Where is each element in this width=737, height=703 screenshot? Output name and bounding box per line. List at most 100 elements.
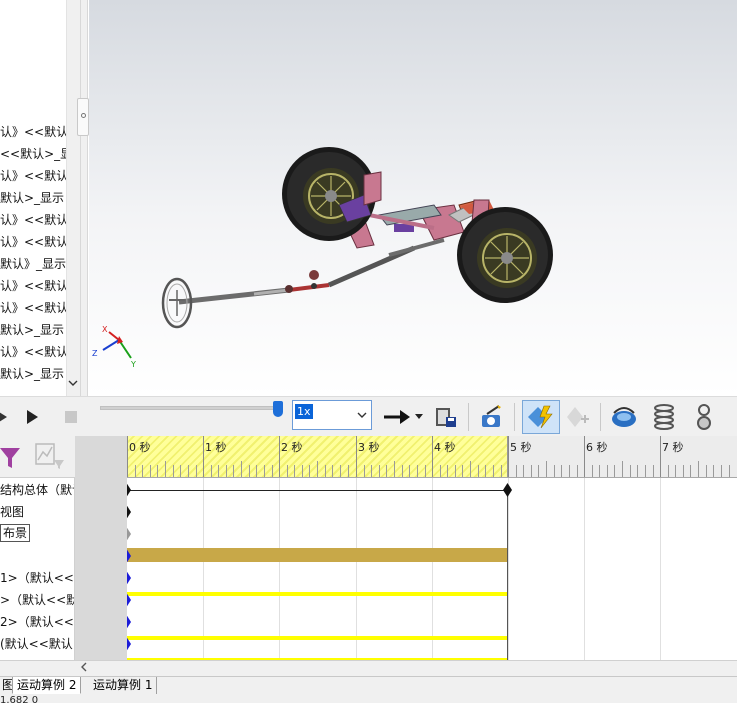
axis-y-label: Y xyxy=(130,360,136,369)
timeline-bar-component xyxy=(127,636,508,640)
timeline-ruler[interactable]: 0 秒 1 秒 2 秒 3 秒 4 秒 5 秒 6 秒 7 秒 xyxy=(127,436,737,478)
ruler-minor-tick xyxy=(485,465,486,477)
grid-line xyxy=(279,478,280,660)
tree-item[interactable]: 认》<<默认>_ xyxy=(0,211,66,229)
tab-motion-study-2[interactable]: 运动算例 2 xyxy=(12,677,82,694)
ruler-minor-tick xyxy=(264,465,265,477)
ruler-minor-tick xyxy=(317,461,318,477)
tree-scrollbar[interactable] xyxy=(66,0,80,396)
ruler-minor-tick xyxy=(309,465,310,477)
axis-x-label: X xyxy=(102,325,108,334)
timeline-key[interactable] xyxy=(127,571,131,585)
ruler-major-tick xyxy=(279,436,280,477)
ruler-minor-tick xyxy=(325,465,326,477)
ruler-minor-tick xyxy=(188,465,189,477)
ruler-minor-tick xyxy=(135,465,136,477)
playback-speed-value: 1x xyxy=(295,404,313,419)
timeline-key[interactable] xyxy=(127,593,131,607)
timeline-item-component[interactable]: (默认<<默认 xyxy=(0,635,73,653)
splitter-grip-handle[interactable] xyxy=(77,98,89,136)
playback-slider-thumb[interactable] xyxy=(273,401,283,417)
tree-item[interactable]: 默认》_显示状 xyxy=(0,255,66,273)
timeline-key[interactable] xyxy=(127,637,131,651)
ruler-minor-tick xyxy=(157,465,158,477)
spring-icon[interactable] xyxy=(650,403,678,431)
grid-line xyxy=(660,478,661,660)
ruler-minor-tick xyxy=(653,465,654,477)
save-animation-icon[interactable] xyxy=(432,403,460,431)
ruler-minor-tick xyxy=(332,465,333,477)
ruler-minor-tick xyxy=(683,465,684,477)
tree-item[interactable]: <<默认>_显 xyxy=(0,145,66,163)
playback-slider-track[interactable] xyxy=(100,406,280,410)
study-tabs: 图 运动算例 2 运动算例 1 xyxy=(0,676,737,694)
motion-toolbar: 1x xyxy=(0,396,737,436)
tree-item[interactable]: 认》<<默认>_显 xyxy=(0,123,66,141)
contact-icon[interactable] xyxy=(690,403,718,431)
results-plot-icon[interactable] xyxy=(34,442,66,470)
tab-motion-study-1[interactable]: 运动算例 1 xyxy=(89,677,158,694)
timeline-key[interactable] xyxy=(127,527,131,541)
grid-line xyxy=(356,478,357,660)
timeline-item-component[interactable]: 2>（默认<<默 xyxy=(0,613,74,631)
ruler-minor-tick xyxy=(417,465,418,477)
ruler-minor-tick xyxy=(256,465,257,477)
ruler-minor-tick xyxy=(425,465,426,477)
autokey-icon[interactable] xyxy=(522,400,560,434)
ruler-minor-tick xyxy=(394,461,395,477)
ruler-minor-tick xyxy=(173,465,174,477)
timeline-key[interactable] xyxy=(127,505,131,519)
ruler-label: 7 秒 xyxy=(662,441,684,454)
timeline-grid[interactable] xyxy=(127,478,737,660)
chevron-left-icon[interactable] xyxy=(80,662,88,675)
timeline-header-tools xyxy=(0,436,75,478)
timeline-item-view[interactable]: 视图 xyxy=(0,503,24,521)
filter-icon[interactable] xyxy=(0,442,22,470)
timeline-item-scene[interactable]: 布景 xyxy=(0,524,31,542)
ruler-minor-tick xyxy=(516,465,517,477)
tree-item[interactable]: 认》<<默认>_ xyxy=(0,299,66,317)
ruler-minor-tick xyxy=(622,461,623,477)
tree-item[interactable]: 认》<<默认>_ xyxy=(0,233,66,251)
stop-icon[interactable] xyxy=(0,403,16,431)
playback-mode-dropdown-icon[interactable] xyxy=(412,403,426,431)
ruler-minor-tick xyxy=(668,465,669,477)
graphics-viewport[interactable] xyxy=(89,0,737,396)
tree-item[interactable]: 默认>_显示 xyxy=(0,365,64,383)
grid-line xyxy=(508,478,509,660)
ruler-minor-tick xyxy=(165,461,166,477)
ruler-minor-tick xyxy=(302,465,303,477)
axis-triad-icon: X Y Z xyxy=(92,325,136,369)
tree-item[interactable]: 默认>_显示 xyxy=(0,189,64,207)
stop-square-icon[interactable] xyxy=(57,403,85,431)
tree-item[interactable]: 默认>_显示 xyxy=(0,321,64,339)
chevron-down-icon[interactable] xyxy=(66,378,80,392)
ruler-minor-tick xyxy=(272,465,273,477)
play-icon[interactable] xyxy=(18,403,46,431)
timeline-key[interactable] xyxy=(503,483,512,497)
ruler-minor-tick xyxy=(364,465,365,477)
tree-item[interactable]: 认》<<默认>_ xyxy=(0,343,66,361)
timeline-key[interactable] xyxy=(127,615,131,629)
ruler-minor-tick xyxy=(180,465,181,477)
animation-wizard-icon[interactable] xyxy=(478,403,506,431)
playback-speed-select[interactable]: 1x xyxy=(292,400,372,430)
timeline-item-assembly[interactable]: 结构总体（默认 xyxy=(0,481,74,499)
add-update-key-icon[interactable] xyxy=(564,403,592,431)
ruler-minor-tick xyxy=(233,465,234,477)
ruler-minor-tick xyxy=(630,465,631,477)
timeline-item-component[interactable]: 1>（默认<<默 xyxy=(0,569,74,587)
ruler-label: 3 秒 xyxy=(358,441,380,454)
timeline-horizontal-scrollbar[interactable] xyxy=(0,660,737,676)
timeline-key[interactable] xyxy=(127,483,131,497)
motor-icon[interactable] xyxy=(610,403,638,431)
timeline-item-component[interactable]: >（默认<<默 xyxy=(0,591,74,609)
tree-item[interactable]: 认》<<默认>_ xyxy=(0,167,66,185)
panel-splitter[interactable] xyxy=(80,0,88,396)
solidworks-motion-study-window: 认》<<默认>_显 <<默认>_显 认》<<默认>_ 默认>_显示 认》<<默认… xyxy=(0,0,737,703)
ruler-major-tick xyxy=(660,436,661,477)
tree-item[interactable]: 认》<<默认>_显 xyxy=(0,277,66,295)
timeline-key[interactable] xyxy=(127,549,131,563)
timeline-bar-scene xyxy=(127,548,508,562)
ruler-minor-tick xyxy=(721,465,722,477)
